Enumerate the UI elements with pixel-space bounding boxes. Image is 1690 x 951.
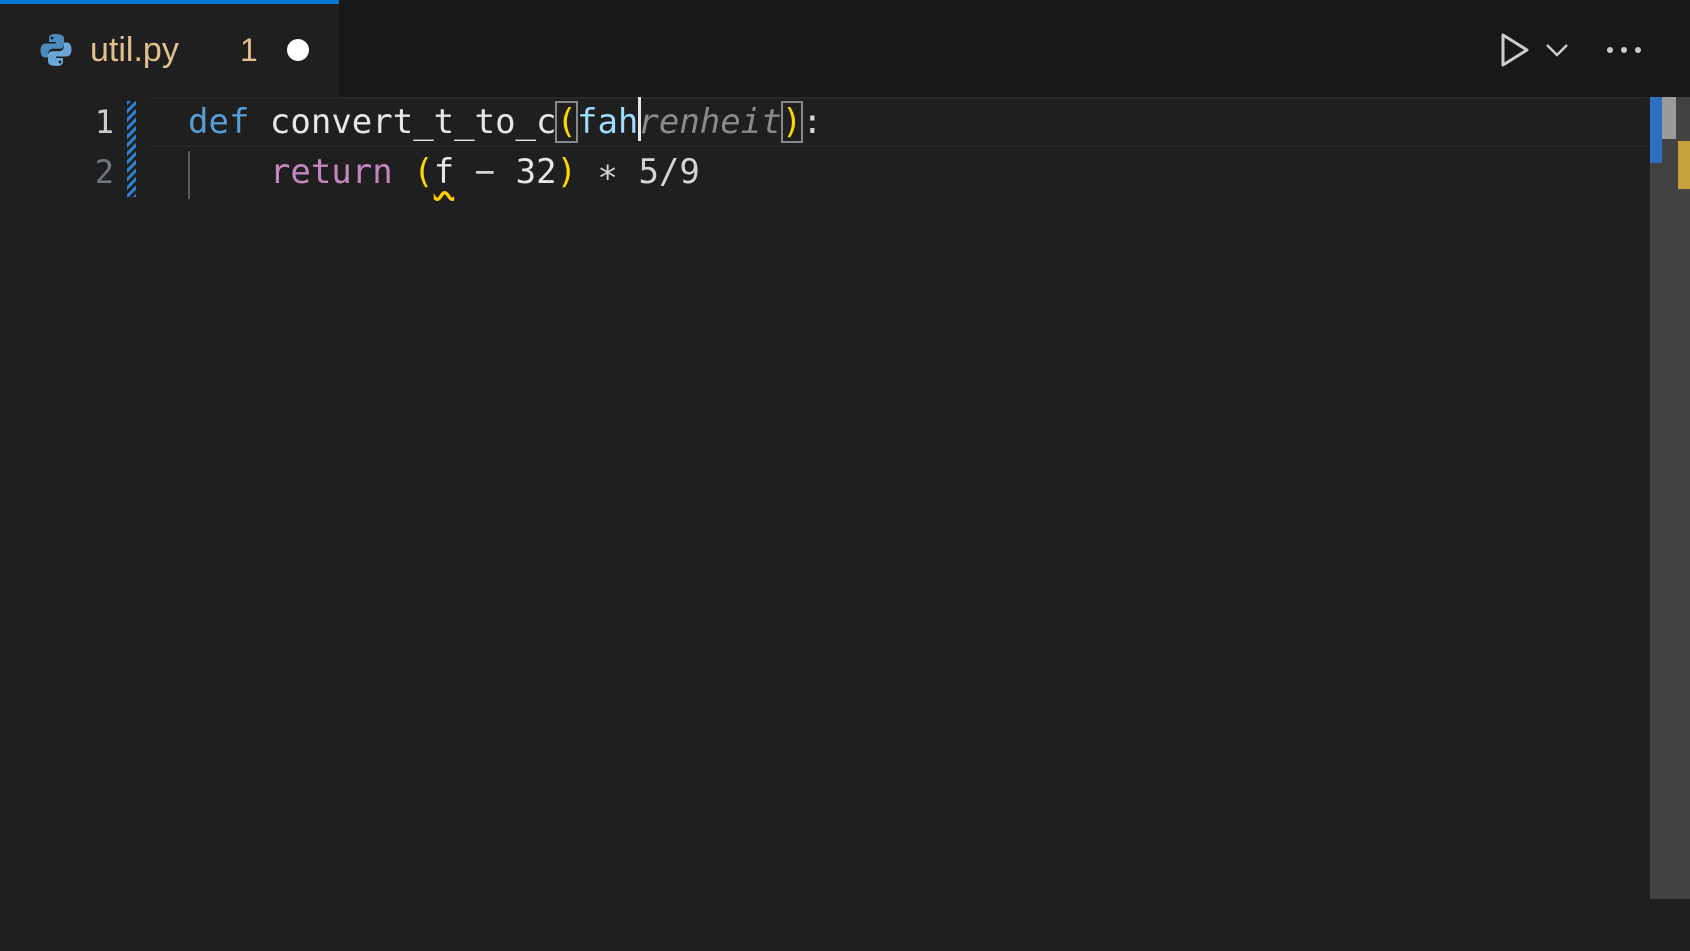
open-paren: ( [413, 152, 434, 192]
play-icon[interactable] [1494, 30, 1534, 70]
code-editor[interactable]: 1 2 def convert_t_to_c(fahrenheit): retu… [0, 97, 1690, 951]
parameter-typed: fah [576, 102, 639, 142]
expression-rest: ∗ 5/9 [577, 152, 700, 192]
tab-bar: util.py 1 [0, 0, 1690, 97]
line-number: 2 [94, 153, 114, 191]
undefined-variable-warning[interactable]: f [434, 152, 454, 192]
open-paren: ( [555, 101, 578, 143]
chevron-down-icon[interactable] [1544, 38, 1570, 62]
tab-util-py[interactable]: util.py 1 [0, 0, 339, 97]
ruler-warning-marker [1678, 141, 1690, 189]
problem-count-badge: 1 [240, 32, 258, 68]
colon: : [802, 102, 823, 142]
active-tab-indicator [0, 0, 339, 4]
unsaved-dot-icon[interactable] [287, 39, 309, 61]
ruler-cursor-marker [1662, 97, 1676, 139]
line-number: 1 [94, 103, 114, 141]
close-paren: ) [556, 152, 578, 192]
ellipsis-icon[interactable] [1604, 36, 1644, 64]
ruler-change-marker [1650, 97, 1662, 163]
tab-filename: util.py [90, 31, 179, 69]
keyword-return: return [269, 152, 393, 192]
inline-suggestion[interactable]: renheit [638, 102, 781, 142]
close-paren: ) [780, 101, 804, 143]
dirty-diff-indicator[interactable] [127, 101, 136, 197]
number-literal: 32 [515, 152, 557, 192]
editor-window: util.py 1 1 2 def convert_t_to_c(fahrenh… [0, 0, 1690, 951]
vertical-scrollbar[interactable] [1650, 97, 1690, 899]
code-line[interactable]: return (f − 32) ∗ 5/9 [188, 147, 700, 197]
python-icon [40, 34, 72, 66]
operator-minus: − [454, 152, 516, 192]
code-line[interactable]: def convert_t_to_c(fahrenheit): [188, 97, 823, 147]
function-name: convert_t_to_c [269, 102, 557, 142]
keyword-def: def [188, 102, 250, 142]
